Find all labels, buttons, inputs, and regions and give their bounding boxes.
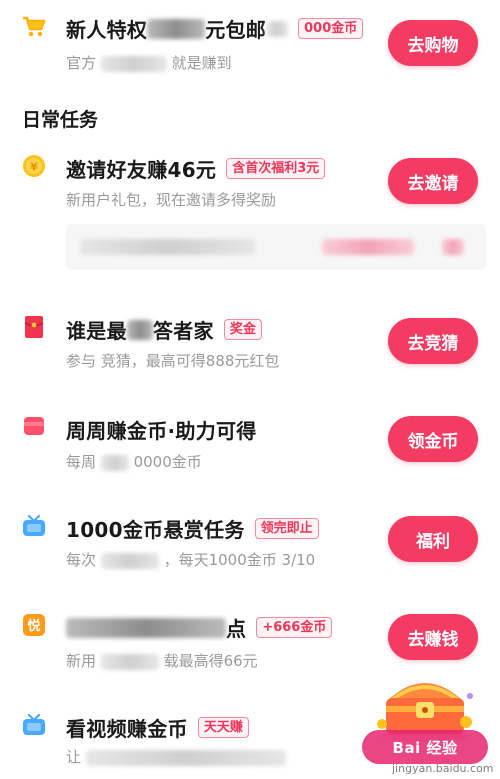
task-title-tail: 答者家	[152, 319, 214, 343]
baidu-watermark: Bai 经验	[362, 730, 488, 764]
task-subtitle: 新用	[66, 652, 97, 670]
task-subtitle-tail: ，每天1000金币 3/10	[163, 551, 316, 569]
task-title: 邀请好友赚46元	[66, 158, 217, 182]
task-tag: 天天赚	[197, 717, 249, 738]
redacted-text	[66, 617, 226, 638]
task-subtitle: 每次	[66, 551, 97, 569]
task-tag: +666金币	[256, 617, 333, 638]
task-title: 1000金币悬赏任务	[66, 518, 245, 542]
watermark-url: jingyan.baidu.com	[392, 762, 494, 775]
task-subtitle-line: 每周 0000金币	[66, 451, 202, 472]
red-envelope-icon	[22, 315, 46, 339]
task-subtitle-line: 参与 竞猜，最高可得888元红包	[66, 350, 279, 371]
go-shopping-button[interactable]: 去购物	[388, 20, 478, 66]
tv-icon	[22, 514, 46, 538]
redacted-text	[100, 552, 159, 569]
task-subtitle-tail: 0000金币	[133, 453, 202, 471]
earn-money-button[interactable]: 去赚钱	[388, 614, 478, 660]
task-title: 谁是最	[66, 319, 127, 343]
task-subtitle-tail: 载最高得66元	[163, 652, 258, 670]
redacted-text	[85, 749, 286, 766]
redacted-text	[100, 55, 167, 72]
task-title: 看视频赚金币	[66, 717, 188, 741]
task-subtitle-line: 官方 就是赚到	[66, 52, 232, 73]
tv-icon	[22, 713, 46, 737]
redacted-text	[322, 239, 414, 255]
task-subtitle: 每周	[66, 453, 97, 471]
redacted-text	[80, 239, 255, 255]
invite-info-box	[66, 224, 486, 270]
task-subtitle-line: 新用 载最高得66元	[66, 650, 258, 671]
task-subtitle-tail: 竞猜，最高可得888元红包	[100, 352, 280, 370]
svg-text:悦: 悦	[27, 618, 40, 634]
invite-button[interactable]: 去邀请	[388, 158, 478, 204]
task-tag: 含首次福利3元	[226, 158, 326, 179]
task-tag: 奖金	[223, 319, 262, 340]
task-title: 周周赚金币·助力可得	[66, 419, 257, 443]
task-subtitle-line: 让	[66, 746, 286, 767]
section-heading: 日常任务	[22, 109, 99, 131]
redacted-text	[100, 454, 129, 471]
red-purse-icon	[22, 414, 46, 438]
task-title-tail: 元包邮	[205, 18, 267, 42]
svg-text:¥: ¥	[30, 161, 38, 174]
task-title-tail: 点	[226, 617, 247, 641]
task-subtitle-tail: 就是赚到	[171, 54, 232, 72]
task-title: 新人特权	[66, 18, 148, 42]
task-subtitle: 官方	[66, 54, 97, 72]
redacted-text	[442, 239, 464, 255]
task-tag: 000金币	[298, 18, 364, 39]
quiz-button[interactable]: 去竞猜	[388, 318, 478, 364]
task-tag: 领完即止	[254, 518, 319, 539]
task-subtitle: 新用户礼包，现在邀请多得奖励	[66, 191, 277, 209]
app-logo-icon: 悦	[22, 613, 46, 637]
task-subtitle: 参与	[66, 352, 97, 370]
task-subtitle-line: 每次 ，每天1000金币 3/10	[66, 549, 315, 570]
claim-coins-button[interactable]: 领金币	[388, 416, 478, 462]
redacted-text	[100, 653, 159, 670]
shopping-cart-icon	[22, 15, 46, 39]
redacted-text	[147, 18, 206, 39]
task-subtitle: 让	[66, 748, 82, 766]
welfare-button[interactable]: 福利	[388, 516, 478, 562]
gold-coin-icon: ¥	[22, 154, 46, 178]
redacted-text	[266, 20, 289, 37]
redacted-text	[126, 319, 153, 340]
